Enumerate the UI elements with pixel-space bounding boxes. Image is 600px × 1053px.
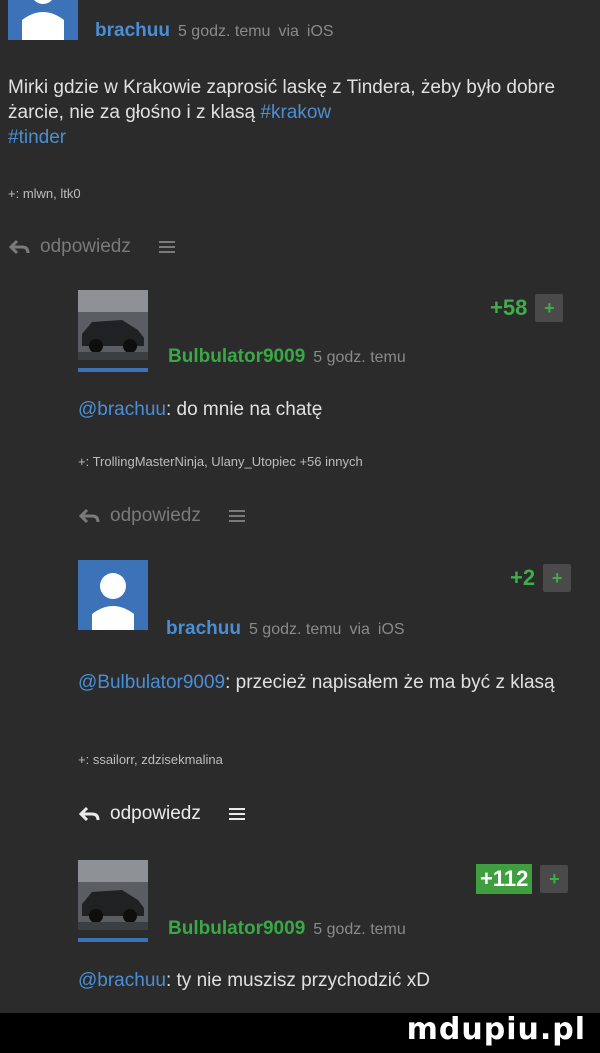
reply-arrow-icon bbox=[78, 508, 100, 524]
menu-icon[interactable] bbox=[228, 805, 245, 823]
avatar-underline bbox=[78, 368, 148, 372]
reply-arrow-icon bbox=[8, 239, 30, 255]
score: +2 bbox=[510, 565, 536, 590]
voters-list[interactable]: +: mlwn, ltk0 bbox=[8, 186, 81, 201]
user-avatar-icon bbox=[8, 0, 78, 40]
timestamp: 5 godz. temu bbox=[177, 23, 271, 40]
voters-list[interactable]: +: ssailorr, zdzisekmalina bbox=[78, 752, 223, 767]
user-avatar-icon bbox=[78, 560, 148, 630]
avatar[interactable] bbox=[78, 560, 148, 630]
score: +112 bbox=[476, 864, 533, 894]
author-link[interactable]: Bulbulator9009 bbox=[168, 346, 305, 368]
timestamp: 5 godz. temu bbox=[313, 349, 406, 366]
reply-button[interactable]: odpowiedz bbox=[8, 236, 175, 258]
comment-header: Bulbulator9009 5 godz. temu bbox=[168, 346, 406, 368]
plus-button[interactable]: + bbox=[540, 865, 569, 893]
comment-text: : przecież napisałem że ma być z klasą bbox=[225, 672, 555, 693]
comment-body: @brachuu: ty nie muszisz przychodzić xD bbox=[78, 968, 588, 993]
post-header: brachuu 5 godz. temu via iOS bbox=[95, 20, 334, 42]
voters-list[interactable]: +: TrollingMasterNinja, Ulany_Utopiec +5… bbox=[78, 454, 363, 469]
author-link[interactable]: Bulbulator9009 bbox=[168, 918, 305, 940]
via-label: via bbox=[349, 621, 370, 638]
reply-label: odpowiedz bbox=[110, 505, 201, 526]
via-label: via bbox=[278, 23, 299, 40]
menu-icon[interactable] bbox=[228, 507, 245, 525]
comment-text: : do mnie na chatę bbox=[165, 399, 323, 420]
mention-link[interactable]: @Bulbulator9009 bbox=[78, 672, 225, 693]
reply-arrow-icon bbox=[78, 806, 100, 822]
post-body: Mirki gdzie w Krakowie zaprosić laskę z … bbox=[8, 75, 568, 150]
avatar[interactable] bbox=[78, 860, 148, 930]
platform-label: iOS bbox=[306, 23, 334, 40]
vote-box: +2 + bbox=[510, 564, 572, 592]
car-avatar-icon bbox=[78, 860, 148, 930]
timestamp: 5 godz. temu bbox=[248, 621, 342, 638]
tag-tinder[interactable]: #tinder bbox=[8, 127, 66, 148]
timestamp: 5 godz. temu bbox=[313, 921, 406, 938]
reply-label: odpowiedz bbox=[110, 803, 201, 824]
plus-button[interactable]: + bbox=[535, 294, 564, 322]
comment-text: : ty nie muszisz przychodzić xD bbox=[165, 970, 430, 991]
avatar-underline bbox=[78, 938, 148, 942]
author-link[interactable]: brachuu bbox=[95, 20, 170, 42]
platform-label: iOS bbox=[377, 621, 405, 638]
plus-button[interactable]: + bbox=[543, 564, 572, 592]
reply-label: odpowiedz bbox=[40, 236, 131, 257]
watermark: mdupiu.pl bbox=[406, 1012, 586, 1047]
reply-button[interactable]: odpowiedz bbox=[78, 803, 245, 825]
tag-krakow[interactable]: #krakow bbox=[260, 102, 331, 123]
comment-body: @Bulbulator9009: przecież napisałem że m… bbox=[78, 670, 578, 695]
car-avatar-icon bbox=[78, 290, 148, 360]
comment-header: brachuu 5 godz. temu via iOS bbox=[166, 618, 405, 640]
author-link[interactable]: brachuu bbox=[166, 618, 241, 640]
avatar[interactable] bbox=[78, 290, 148, 360]
mention-link[interactable]: @brachuu bbox=[78, 970, 166, 991]
menu-icon[interactable] bbox=[158, 238, 175, 256]
score: +58 bbox=[490, 295, 528, 320]
reply-button[interactable]: odpowiedz bbox=[78, 505, 245, 527]
vote-box: +58 + bbox=[490, 294, 564, 322]
mention-link[interactable]: @brachuu bbox=[78, 399, 166, 420]
comment-body: @brachuu: do mnie na chatę bbox=[78, 397, 588, 422]
vote-box: +112 + bbox=[476, 864, 569, 894]
comment-header: Bulbulator9009 5 godz. temu bbox=[168, 918, 406, 940]
avatar[interactable] bbox=[8, 0, 78, 40]
